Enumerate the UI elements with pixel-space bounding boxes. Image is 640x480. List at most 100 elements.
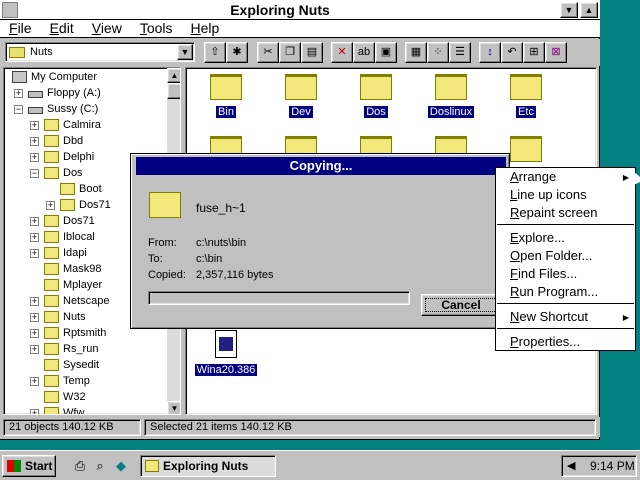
tree-item[interactable]: + Temp (4, 373, 166, 389)
tree-item-label: W32 (63, 391, 86, 403)
details-button[interactable]: ☰ (449, 42, 471, 63)
quicklaunch-find-icon[interactable]: ⌕ (92, 458, 108, 474)
sort-button[interactable]: ↕ (479, 42, 501, 63)
scroll-up-button[interactable]: ▲ (167, 68, 180, 83)
status-objects: 21 objects 140.12 KB (3, 419, 141, 436)
title-bar[interactable]: Exploring Nuts ▼ ▲ (0, 0, 600, 20)
tree-item[interactable]: + Calmira (4, 117, 166, 133)
dialog-title[interactable]: Copying... (136, 157, 506, 175)
collapse-icon[interactable]: − (30, 169, 39, 178)
menu-tools[interactable]: Tools (131, 20, 182, 37)
address-combo[interactable]: Nuts ▼ (5, 42, 195, 62)
from-row: From: c:\nuts\bin (148, 237, 246, 249)
menu-view[interactable]: View (83, 20, 131, 37)
scroll-down-button[interactable]: ▼ (167, 401, 180, 414)
menu-item[interactable]: Arrange (510, 169, 556, 184)
menu-item[interactable]: Repaint screen (510, 205, 597, 220)
menu-item[interactable]: Run Program... (510, 284, 598, 299)
folder-item[interactable]: Doslinux (419, 74, 483, 118)
delete-button[interactable]: ✕ (331, 42, 353, 63)
from-value: c:\nuts\bin (196, 237, 247, 249)
clock[interactable]: 9:14 PM (590, 459, 635, 473)
dialog-filename: fuse_h~1 (196, 201, 246, 215)
menu-item[interactable]: Line up icons (510, 187, 587, 202)
scroll-thumb[interactable] (167, 83, 180, 99)
start-button[interactable]: Start (2, 455, 56, 477)
tree-item[interactable]: + Wfw (4, 405, 166, 414)
undo-button[interactable]: ↶ (501, 42, 523, 63)
properties-button[interactable]: ▣ (375, 42, 397, 63)
menu-item[interactable]: New Shortcut (510, 309, 588, 324)
menu-item[interactable]: Open Folder... (510, 248, 592, 263)
quicklaunch-printer-icon[interactable]: ⎙ (72, 458, 88, 474)
folder-item[interactable]: Bin (194, 74, 258, 118)
expand-icon[interactable]: + (14, 89, 23, 98)
menu-help[interactable]: Help (182, 20, 229, 37)
menu-file[interactable]: File (0, 20, 41, 37)
cancel-button[interactable]: Cancel (421, 294, 501, 316)
status-selected: Selected 21 items 140.12 KB (144, 419, 596, 436)
maximize-button[interactable]: ▲ (580, 2, 598, 18)
expand-icon[interactable]: + (30, 313, 39, 322)
tree-item[interactable]: Sysedit (4, 357, 166, 373)
menu-item[interactable]: Find Files... (510, 266, 577, 281)
tree-item[interactable]: My Computer (4, 69, 166, 85)
disconnect-button[interactable]: ⊠ (545, 42, 567, 63)
folder-icon (210, 74, 242, 100)
small-icons-button[interactable]: ⁘ (427, 42, 449, 63)
folder-icon (44, 279, 59, 291)
folder-item[interactable]: Etc (494, 74, 558, 118)
up-folder-button[interactable]: ⇧ (204, 42, 226, 63)
file-icon (215, 330, 237, 358)
tree-item[interactable]: + Floppy (A:) (4, 85, 166, 101)
large-icons-button[interactable]: ▦ (405, 42, 427, 63)
copied-label: Copied: (148, 269, 186, 281)
folder-icon (44, 247, 59, 259)
folder-icon (44, 343, 59, 355)
new-folder-button[interactable]: ✱ (226, 42, 248, 63)
copy-button[interactable]: ❐ (279, 42, 301, 63)
expand-icon[interactable]: + (30, 137, 39, 146)
expand-icon[interactable]: + (30, 249, 39, 258)
menu-edit[interactable]: Edit (41, 20, 83, 37)
folder-icon (149, 192, 181, 218)
folder-item[interactable]: Dos (344, 74, 408, 118)
item-label: Etc (516, 106, 536, 118)
expand-icon[interactable]: + (30, 233, 39, 242)
expand-icon[interactable]: + (30, 217, 39, 226)
tree-item-label: Dos71 (63, 215, 95, 227)
expand-icon[interactable]: + (30, 329, 39, 338)
map-drive-button[interactable]: ⊞ (523, 42, 545, 63)
expand-icon[interactable]: + (30, 297, 39, 306)
file-item[interactable]: Wina20.386 (194, 330, 258, 376)
chevron-down-icon[interactable]: ▼ (177, 44, 193, 60)
expand-icon[interactable]: + (30, 377, 39, 386)
collapse-icon[interactable]: − (14, 105, 23, 114)
minimize-button[interactable]: ▼ (560, 2, 578, 18)
to-label: To: (148, 253, 163, 265)
tree-item[interactable]: + Dbd (4, 133, 166, 149)
tree-item[interactable]: + Rs_run (4, 341, 166, 357)
expand-icon[interactable]: + (30, 345, 39, 354)
paste-button[interactable]: ▤ (301, 42, 323, 63)
expand-icon[interactable]: + (30, 153, 39, 162)
menu-item[interactable]: Properties... (510, 334, 580, 349)
tree-item-label: Sussy (C:) (47, 103, 99, 115)
expand-icon[interactable]: + (46, 201, 55, 210)
folder-icon (510, 74, 542, 100)
folder-icon (44, 375, 59, 387)
expand-icon[interactable]: + (30, 121, 39, 130)
tree-item[interactable]: W32 (4, 389, 166, 405)
folder-item[interactable]: Dev (269, 74, 333, 118)
taskbar-button-exploring-nuts[interactable]: Exploring Nuts (140, 455, 276, 477)
folder-icon (285, 74, 317, 100)
tree-item-label: Mask98 (63, 263, 102, 275)
cut-button[interactable]: ✂ (257, 42, 279, 63)
speaker-icon[interactable]: ◀ (567, 460, 581, 472)
tree-item[interactable]: − Sussy (C:) (4, 101, 166, 117)
expand-icon[interactable]: + (30, 409, 39, 414)
quicklaunch-drive-icon[interactable]: ◆ (113, 458, 129, 474)
folder-icon (44, 295, 59, 307)
menu-item[interactable]: Explore... (510, 230, 565, 245)
rename-button[interactable]: ab (353, 42, 375, 63)
